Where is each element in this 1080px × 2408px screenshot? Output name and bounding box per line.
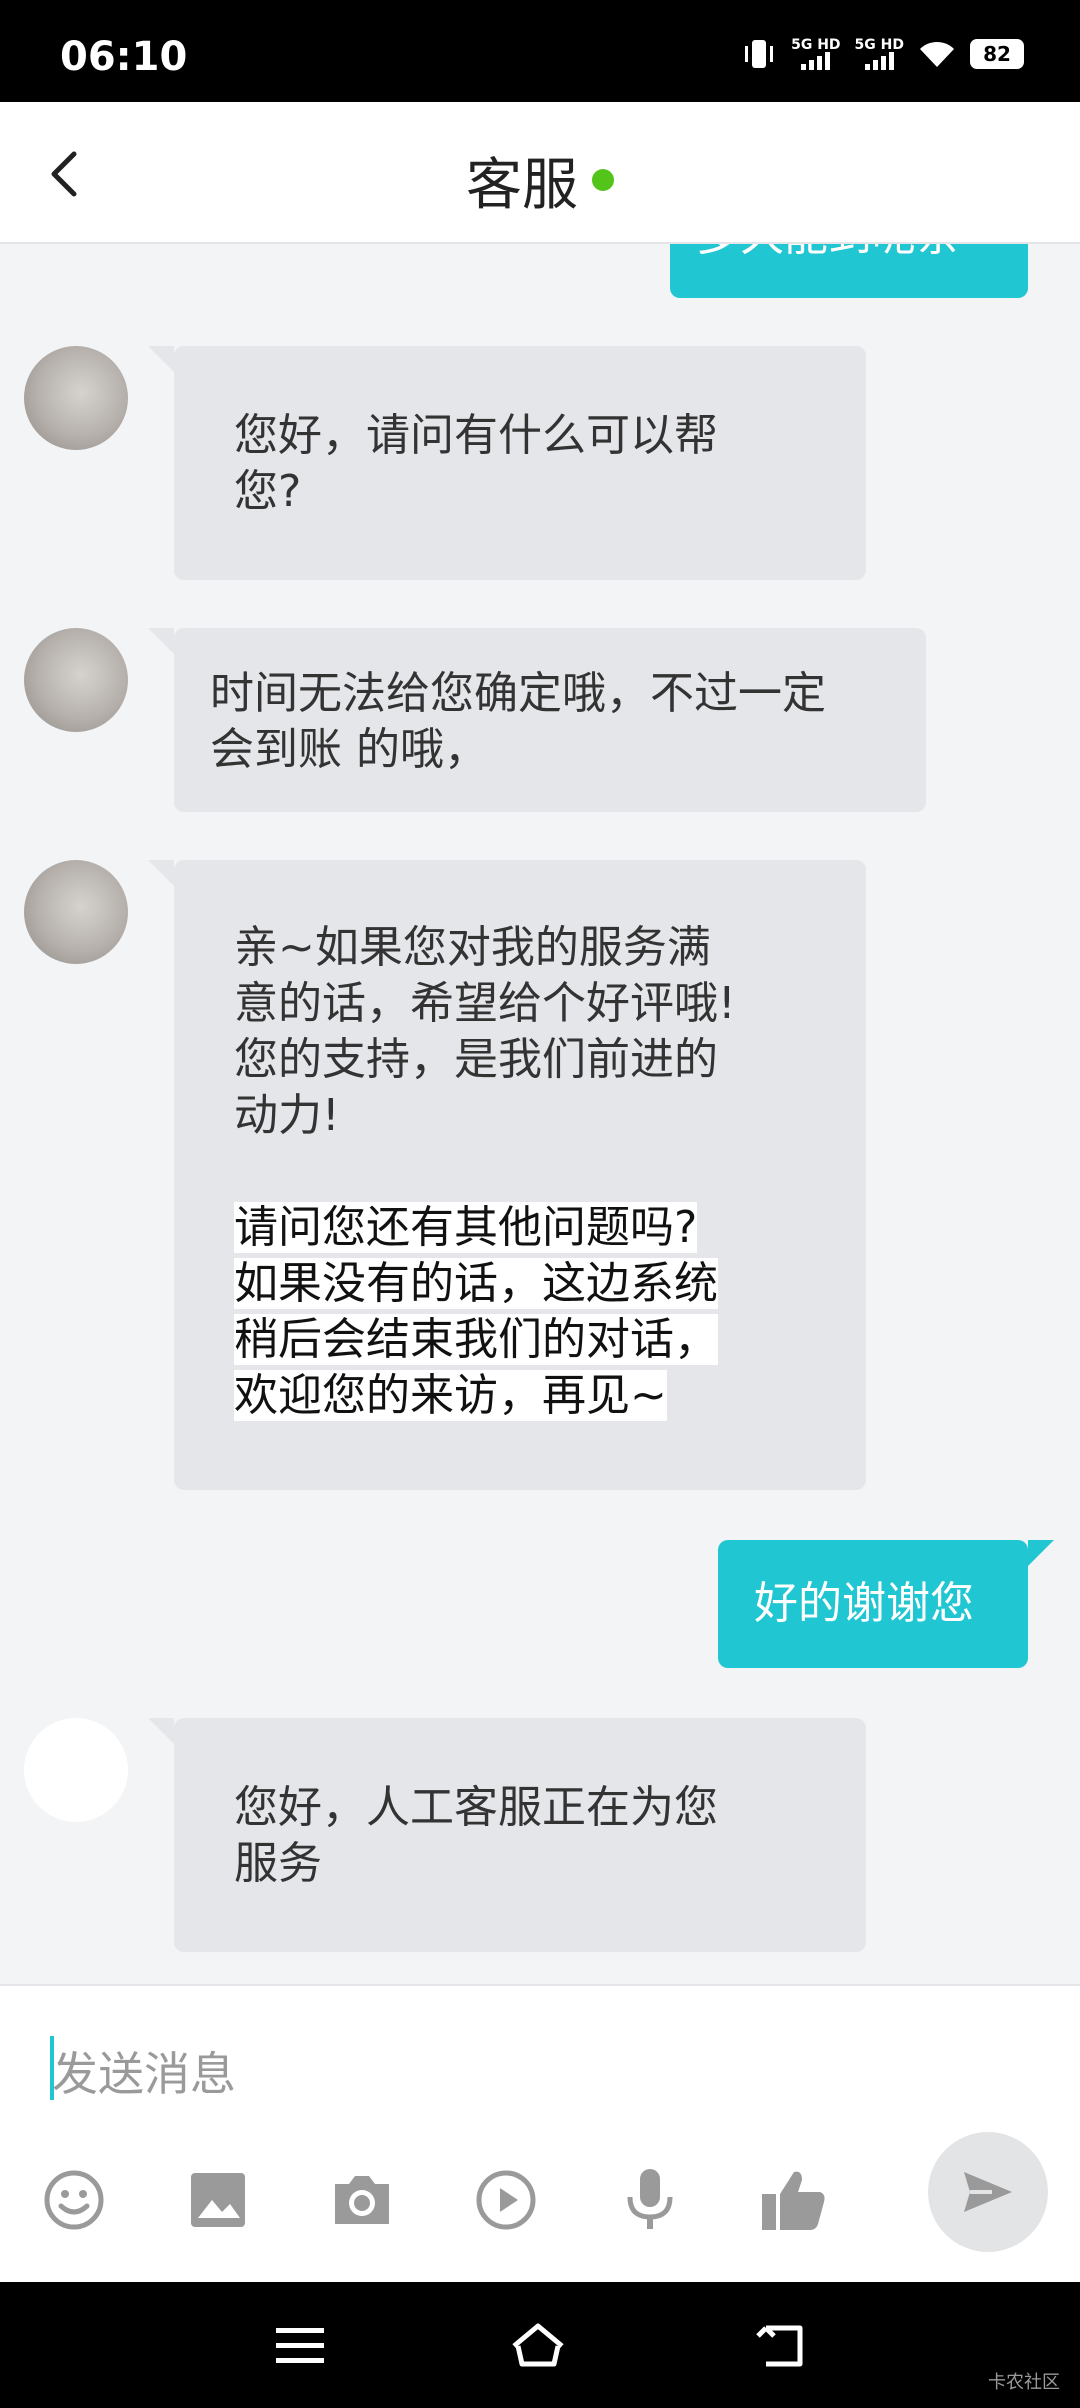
- message-input[interactable]: 发送消息: [52, 2038, 236, 2104]
- agent-avatar: [24, 346, 128, 450]
- home-icon[interactable]: [508, 2318, 568, 2374]
- video-button[interactable]: [472, 2166, 540, 2234]
- agent-avatar: [24, 628, 128, 732]
- back-icon[interactable]: [752, 2318, 812, 2374]
- image-icon: [191, 2173, 245, 2227]
- message-bubble-incoming: 您好，请问有什么可以帮 您?: [148, 346, 866, 580]
- wifi-icon: [920, 41, 954, 67]
- status-time: 06:10: [60, 34, 188, 80]
- emoji-icon: [44, 2170, 104, 2230]
- message-bubble-incoming: 时间无法给您确定哦，不过一定 会到账 的哦，: [148, 628, 926, 812]
- menu-icon[interactable]: [270, 2318, 330, 2374]
- send-button[interactable]: [928, 2132, 1048, 2252]
- online-status-dot: [592, 168, 614, 191]
- status-bar: 06:10 5G HD 5G HD 82: [0, 0, 1080, 102]
- battery-indicator: 82: [970, 39, 1024, 69]
- camera-icon: [335, 2176, 389, 2224]
- page-title: 客服: [466, 153, 578, 218]
- emoji-button[interactable]: [40, 2166, 108, 2234]
- vibrate-icon: [745, 40, 774, 68]
- agent-avatar: [24, 860, 128, 964]
- message-bubble-incoming: 您好，人工客服正在为您 服务: [148, 1718, 866, 1952]
- image-button[interactable]: [184, 2166, 252, 2234]
- message-composer: 发送消息: [0, 1984, 1080, 2282]
- voice-button[interactable]: [616, 2166, 684, 2234]
- highlighted-text: 请问您还有其他问题吗? 如果没有的话，这边系统 稍后会结束我们的对话， 欢迎您的…: [234, 1202, 718, 1421]
- video-icon: [476, 2170, 536, 2230]
- rating-button[interactable]: [760, 2166, 828, 2234]
- mic-icon: [627, 2169, 673, 2229]
- status-icons: 5G HD 5G HD 82: [741, 38, 1024, 70]
- system-nav-bar: 卡农社区: [0, 2282, 1080, 2408]
- send-icon: [964, 2172, 1012, 2212]
- signal-indicator-1: 5G HD: [791, 38, 841, 70]
- chat-header: 客服: [0, 102, 1080, 244]
- message-bubble-incoming: 亲~如果您对我的服务满 意的话，希望给个好评哦! 您的支持，是我们前进的 动力!…: [148, 860, 866, 1490]
- watermark: 卡农社区: [988, 2372, 1060, 2393]
- message-bubble-outgoing: 多久能到呢亲: [670, 244, 1028, 298]
- message-bubble-outgoing: 好的谢谢您: [718, 1540, 1054, 1668]
- thumbs-up-icon: [762, 2171, 825, 2230]
- chat-message-list[interactable]: 多久能到呢亲 您好，请问有什么可以帮 您? 时间无法给您确定哦，不过一定 会到账…: [0, 244, 1080, 1984]
- agent-avatar: [24, 1718, 128, 1822]
- camera-button[interactable]: [328, 2166, 396, 2234]
- signal-indicator-2: 5G HD: [855, 38, 904, 70]
